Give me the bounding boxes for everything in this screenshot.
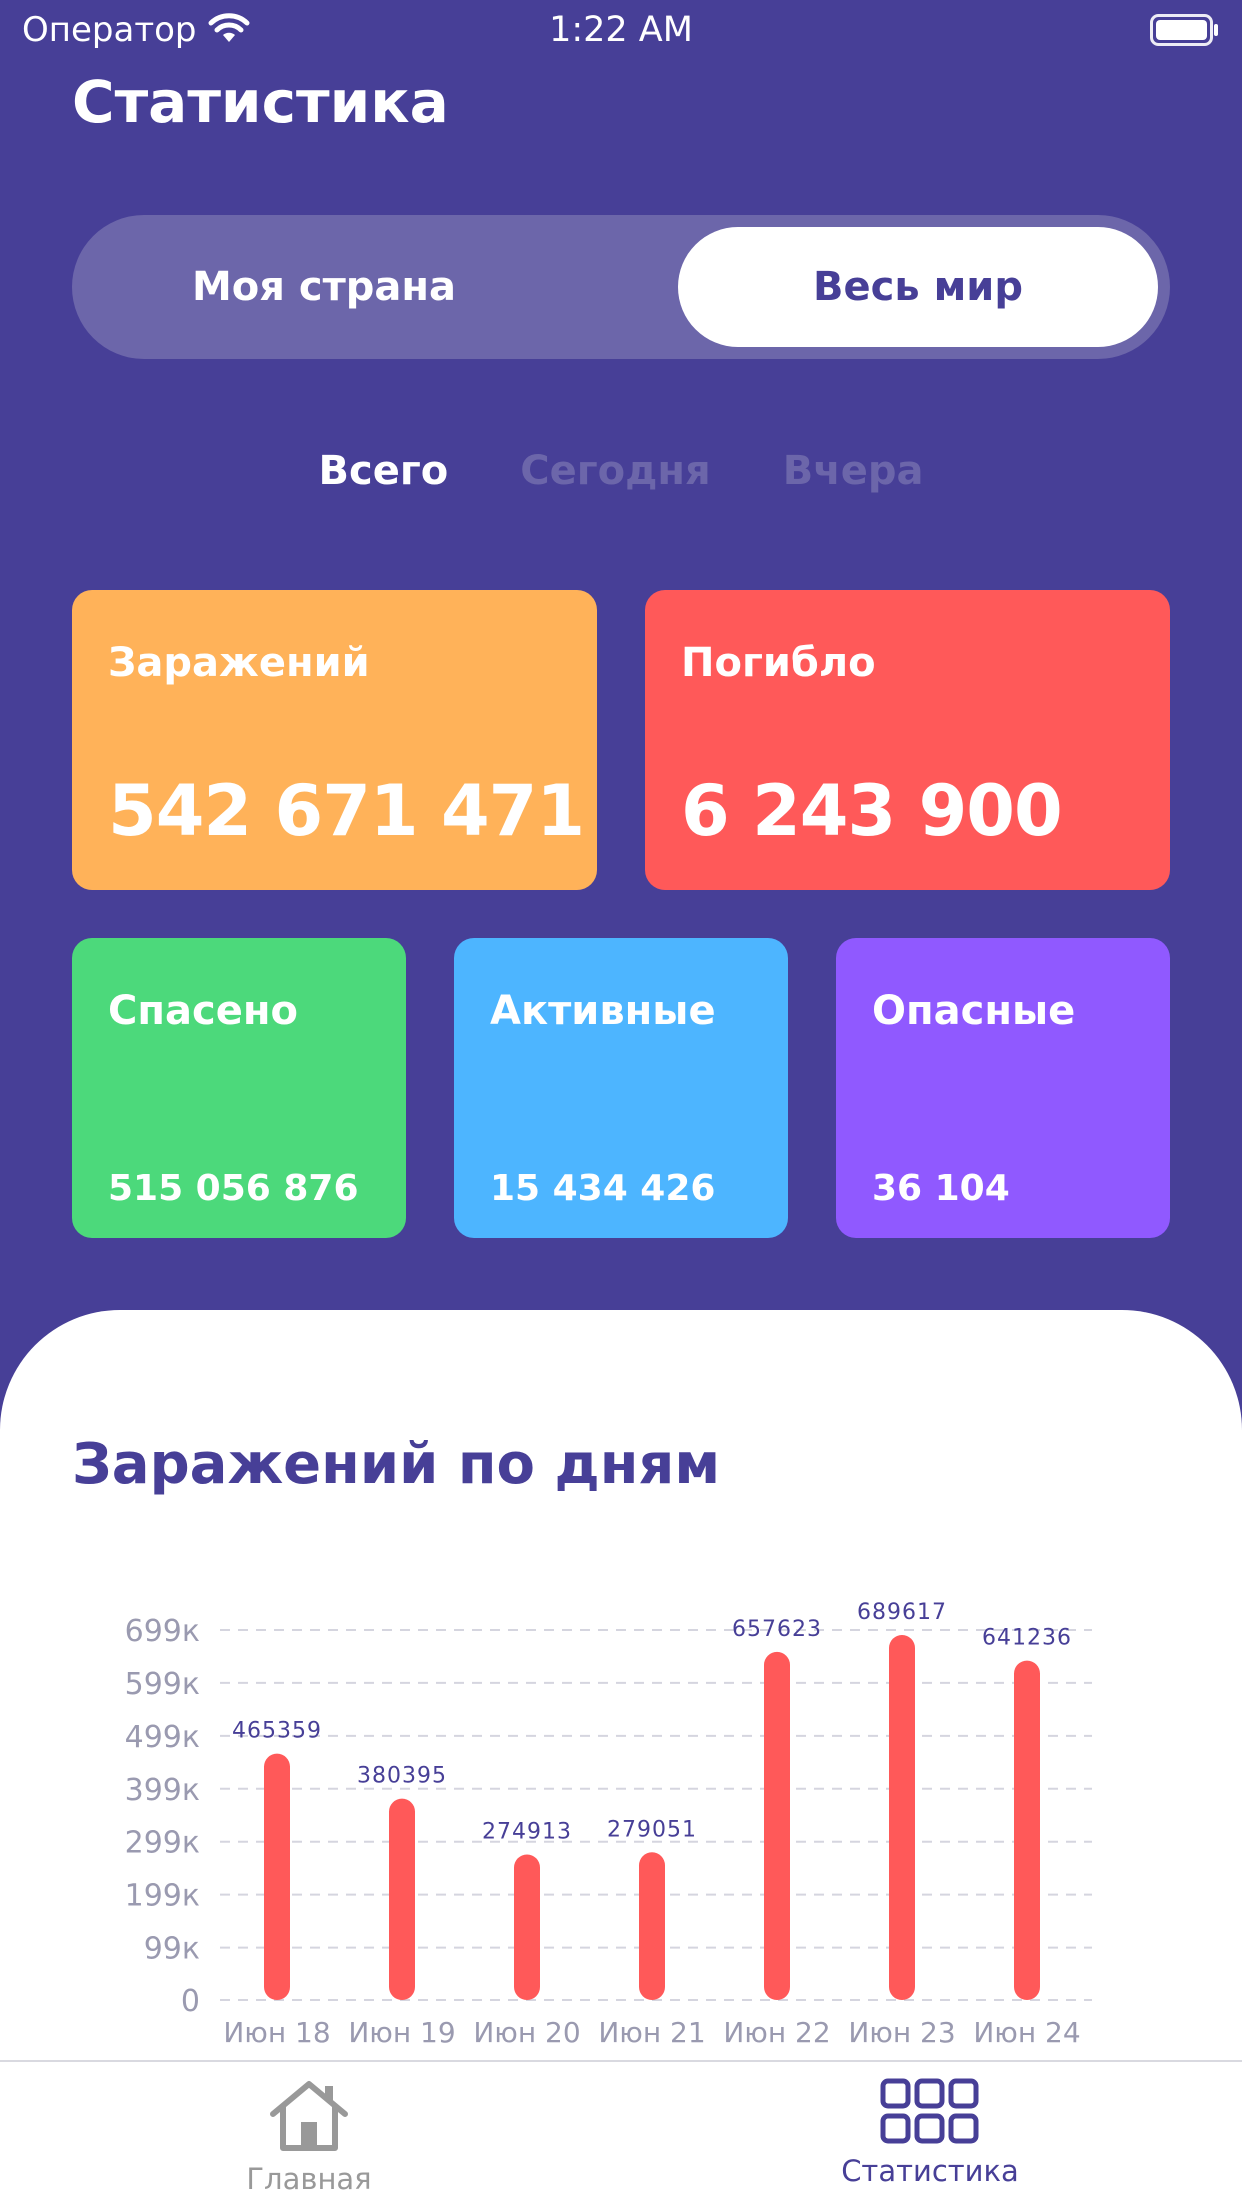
deaths-value: 6 243 900	[681, 770, 1063, 852]
x-tick-label: Июн 19	[348, 2016, 455, 2049]
bar	[764, 1651, 790, 2000]
active-value: 15 434 426	[490, 1168, 716, 1209]
tab-yesterday[interactable]: Вчера	[783, 448, 924, 494]
page-title: Статистика	[72, 68, 449, 136]
serious-value: 36 104	[872, 1168, 1010, 1209]
x-tick-label: Июн 23	[848, 2016, 955, 2049]
tab-today[interactable]: Сегодня	[520, 448, 711, 494]
segment-whole-world[interactable]: Весь мир	[678, 227, 1158, 347]
bar-value-label: 279051	[607, 1817, 697, 1842]
active-label: Активные	[490, 988, 716, 1034]
infected-card: Заражений 542 671 471	[72, 590, 597, 890]
battery-icon	[1150, 14, 1218, 46]
recovered-card: Спасено 515 056 876	[72, 938, 406, 1238]
deaths-card: Погибло 6 243 900	[645, 590, 1170, 890]
tab-statistics[interactable]: Статистика	[780, 2078, 1080, 2206]
segment-my-country[interactable]: Моя страна	[84, 227, 564, 347]
bar-value-label: 689617	[857, 1600, 947, 1625]
bar-value-label: 641236	[982, 1626, 1072, 1651]
bar-value-label: 465359	[232, 1719, 322, 1744]
bar	[514, 1854, 540, 2000]
y-tick-label: 599к	[125, 1667, 200, 1702]
x-tick-label: Июн 21	[598, 2016, 705, 2049]
x-tick-label: Июн 20	[473, 2016, 580, 2049]
y-tick-label: 399к	[125, 1773, 200, 1808]
y-tick-label: 99к	[144, 1932, 200, 1967]
tab-total[interactable]: Всего	[319, 448, 449, 494]
recovered-value: 515 056 876	[108, 1168, 359, 1209]
home-icon	[270, 2081, 348, 2151]
y-tick-label: 299к	[125, 1826, 200, 1861]
bar	[1014, 1660, 1040, 2000]
infected-value: 542 671 471	[108, 770, 585, 852]
bar-value-label: 274913	[482, 1819, 572, 1844]
grid-icon	[880, 2078, 979, 2144]
status-time: 1:22 AM	[549, 10, 693, 50]
tab-statistics-label: Статистика	[841, 2154, 1019, 2188]
tab-home[interactable]: Главная	[159, 2078, 459, 2206]
y-tick-label: 0	[181, 1984, 200, 2019]
tab-bar: Главная Статистика	[0, 2060, 1242, 2210]
x-tick-label: Июн 18	[223, 2016, 330, 2049]
bar	[264, 1753, 290, 2000]
active-card: Активные 15 434 426	[454, 938, 788, 1238]
bar	[639, 1852, 665, 2000]
y-tick-label: 699к	[125, 1614, 200, 1649]
serious-card: Опасные 36 104	[836, 938, 1170, 1238]
period-tabs: Всего Сегодня Вчера	[0, 448, 1242, 494]
x-tick-label: Июн 22	[723, 2016, 830, 2049]
region-segmented-control: Моя страна Весь мир	[72, 215, 1170, 359]
recovered-label: Спасено	[108, 988, 298, 1034]
bar	[389, 1798, 415, 2000]
y-tick-label: 199к	[125, 1879, 200, 1914]
x-tick-label: Июн 24	[973, 2016, 1080, 2049]
daily-infections-chart: 0 99к 199к 299к 399к 499к 599к 699к 465359 Июн 18…	[125, 1600, 1092, 2049]
status-bar: Оператор 1:22 AM	[0, 0, 1242, 62]
bar-value-label: 380395	[357, 1764, 447, 1789]
serious-label: Опасные	[872, 988, 1076, 1034]
bar-value-label: 657623	[732, 1617, 822, 1642]
y-tick-label: 499к	[125, 1720, 200, 1755]
bar	[889, 1634, 915, 2000]
deaths-label: Погибло	[681, 640, 876, 686]
tab-home-label: Главная	[246, 2162, 372, 2196]
infected-label: Заражений	[108, 640, 370, 686]
